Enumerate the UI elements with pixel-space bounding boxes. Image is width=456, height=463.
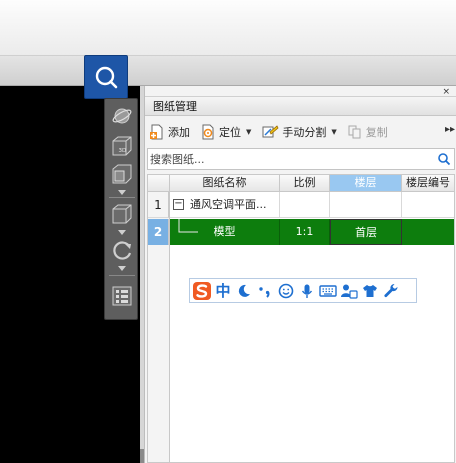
scale-cell[interactable]: 1:1 xyxy=(280,219,330,245)
punctuation-icon xyxy=(259,286,270,298)
corner-header xyxy=(148,175,170,192)
wrench-icon xyxy=(384,283,398,297)
chevron-down-icon[interactable] xyxy=(117,265,127,271)
smiley-icon xyxy=(278,283,294,298)
collapse-toggle[interactable]: − xyxy=(173,199,184,210)
floor-number-cell[interactable] xyxy=(402,192,454,218)
floor-cell[interactable] xyxy=(330,192,402,218)
toolbar-divider xyxy=(109,197,135,198)
search-input[interactable] xyxy=(150,151,430,167)
ime-mode-label: 中 xyxy=(215,282,231,300)
ime-toolbar: 中 xyxy=(189,278,417,303)
keyboard-icon xyxy=(319,284,337,297)
sogou-logo-button[interactable] xyxy=(192,281,212,301)
chevron-down-icon[interactable]: ▼ xyxy=(246,128,251,136)
header-floor-number[interactable]: 楼层编号 xyxy=(402,175,454,192)
copy-label: 复制 xyxy=(365,126,388,139)
scale-cell[interactable] xyxy=(280,192,330,218)
row-index[interactable]: 2 xyxy=(148,219,169,245)
voice-input-button[interactable] xyxy=(297,281,317,301)
chevron-down-icon[interactable]: ▼ xyxy=(331,128,336,136)
header-scale[interactable]: 比例 xyxy=(280,175,330,192)
moon-icon xyxy=(238,284,250,297)
rotate-button[interactable] xyxy=(109,237,135,263)
ribbon-strip xyxy=(0,56,456,86)
sogou-logo-icon xyxy=(193,281,211,300)
locate-button[interactable]: 定位 ▼ xyxy=(196,121,255,143)
locate-drawing-icon xyxy=(202,124,214,140)
manual-split-label: 手动分割 xyxy=(282,126,327,139)
layer-display-button[interactable] xyxy=(109,283,135,309)
cube-iso-button[interactable] xyxy=(109,201,135,227)
search-icon[interactable] xyxy=(437,152,451,166)
toolbar-divider xyxy=(109,275,135,276)
view-toolbar: 3D xyxy=(104,98,138,320)
split-drawing-icon xyxy=(262,125,279,138)
3d-view-icon: 3D xyxy=(112,136,132,156)
shirt-icon xyxy=(363,284,377,297)
panel-toolbar: 添加 定位 ▼ 手动分割 ▼ 复制 ▸▸ xyxy=(145,120,456,144)
cube-front-icon xyxy=(112,164,132,184)
floor-number-cell[interactable] xyxy=(402,219,454,245)
svg-text:3D: 3D xyxy=(119,148,127,154)
orbit-icon xyxy=(112,108,132,124)
microphone-icon xyxy=(301,284,313,298)
drawing-name-cell[interactable]: 模型 xyxy=(170,219,280,245)
header-floor[interactable]: 楼层 xyxy=(330,175,402,192)
user-center-button[interactable] xyxy=(339,281,359,301)
3d-view-button[interactable]: 3D xyxy=(109,133,135,159)
cube-front-button[interactable] xyxy=(109,161,135,187)
half-width-button[interactable] xyxy=(234,281,254,301)
chevron-down-icon[interactable] xyxy=(117,229,127,235)
floor-cell[interactable]: 首层 xyxy=(330,219,402,245)
ime-mode-button[interactable]: 中 xyxy=(213,281,233,301)
soft-keyboard-button[interactable] xyxy=(318,281,338,301)
add-button[interactable]: 添加 xyxy=(145,121,194,143)
layer-display-icon xyxy=(112,286,132,306)
add-drawing-icon xyxy=(150,124,163,140)
rotate-icon xyxy=(113,241,132,260)
locate-label: 定位 xyxy=(219,126,241,139)
manual-split-button[interactable]: 手动分割 ▼ xyxy=(257,121,340,143)
copy-icon xyxy=(348,125,361,139)
emoji-button[interactable] xyxy=(276,281,296,301)
table-row[interactable]: − 通风空调平面... xyxy=(170,192,280,218)
table-row[interactable]: 模型 1:1 首层 xyxy=(170,219,454,245)
copy-button[interactable]: 复制 xyxy=(343,121,392,143)
add-label: 添加 xyxy=(168,126,190,139)
toolbox-button[interactable] xyxy=(381,281,401,301)
drawing-search-box xyxy=(147,148,455,170)
panel-title: 图纸管理 xyxy=(145,96,456,116)
magnifier-button[interactable] xyxy=(84,55,128,99)
drawing-table: 图纸名称 比例 楼层 楼层编号 1 − 通风空调平面... 2 模型 1:1 首… xyxy=(147,174,455,463)
magnifier-icon xyxy=(95,66,118,89)
skin-button[interactable] xyxy=(360,281,380,301)
chevron-down-icon[interactable] xyxy=(117,189,127,195)
toolbar-overflow-icon[interactable]: ▸▸ xyxy=(445,124,455,135)
row-index[interactable]: 1 xyxy=(148,192,169,218)
orbit-button[interactable] xyxy=(109,103,135,129)
drawing-name-cell: 通风空调平面... xyxy=(190,198,267,211)
app-header xyxy=(0,0,456,56)
cube-iso-icon xyxy=(112,204,132,224)
punctuation-button[interactable] xyxy=(255,281,275,301)
drawing-management-panel: × 图纸管理 添加 定位 ▼ 手动分割 ▼ 复制 ▸▸ 搜索图纸... 图纸名称… xyxy=(144,86,456,463)
header-drawing-name[interactable]: 图纸名称 xyxy=(170,175,280,192)
user-skin-icon xyxy=(341,284,358,299)
